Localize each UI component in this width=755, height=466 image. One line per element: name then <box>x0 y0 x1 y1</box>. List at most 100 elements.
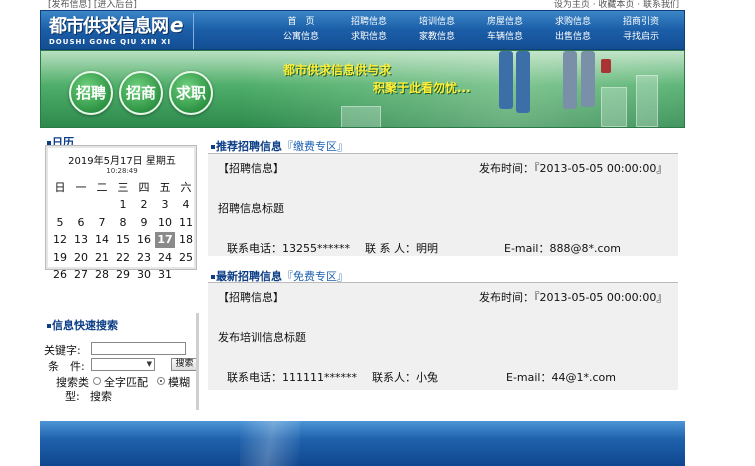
calendar-day[interactable]: 22 <box>113 250 133 266</box>
banner-building <box>341 106 381 127</box>
calendar-day <box>50 197 70 213</box>
calendar-day[interactable]: 25 <box>176 250 196 266</box>
nav-housing[interactable]: 房屋信息 <box>475 16 535 29</box>
calendar-day[interactable]: 20 <box>71 250 91 266</box>
search-title-text: 信息快速搜索 <box>52 319 118 332</box>
sidebar-scrollbar[interactable] <box>196 313 199 410</box>
calendar-day[interactable]: 30 <box>134 267 154 283</box>
banner-bag <box>601 59 611 73</box>
banner-slogan-2: 积聚于此看勿忧... <box>373 81 471 95</box>
recommend-tag: 『缴费专区』 <box>282 140 348 153</box>
main-nav: 首 页 招聘信息 培训信息 房屋信息 求购信息 招商引资 公寓信息 求职信息 家… <box>271 16 681 46</box>
calendar-day-today[interactable]: 17 <box>155 232 175 249</box>
search-type-label-2: 型: <box>65 390 80 403</box>
latest-phone: 联系电话：111111****** <box>227 371 357 384</box>
admin-link[interactable]: [进入后台] <box>94 0 137 10</box>
calendar-day[interactable]: 3 <box>155 197 175 213</box>
calendar-day[interactable]: 14 <box>92 232 112 248</box>
calendar-day[interactable]: 26 <box>50 267 70 283</box>
recommend-publish-time: 发布时间：『2013-05-05 00:00:00』 <box>479 162 668 175</box>
calendar-weekday: 三 <box>117 181 129 194</box>
calendar-weekday: 六 <box>180 181 192 194</box>
latest-card[interactable]: 【招聘信息】 发布时间：『2013-05-05 00:00:00』 发布培训信息… <box>208 282 678 390</box>
latest-email: E-mail：44@1*.com <box>506 371 616 384</box>
nav-wanted[interactable]: 求购信息 <box>543 16 603 29</box>
latest-contact: 联系人：小兔 <box>372 371 438 384</box>
logo-main-text: 都市供求信息网 <box>49 16 169 37</box>
calendar-day[interactable]: 29 <box>113 267 133 283</box>
calendar-day[interactable]: 1 <box>113 197 133 213</box>
nav-home[interactable]: 首 页 <box>271 16 331 29</box>
calendar-day[interactable]: 28 <box>92 267 112 283</box>
keyword-input[interactable] <box>91 342 186 355</box>
calendar-day[interactable]: 31 <box>155 267 175 283</box>
calendar-weekday: 五 <box>159 181 171 194</box>
calendar-day[interactable]: 2 <box>134 197 154 213</box>
calendar: 2019年5月17日 星期五 10:28:49 日一二三四五六123456789… <box>45 145 197 281</box>
banner-slogan-1: 都市供求信息供与求 <box>283 63 392 77</box>
recruit-circle-button[interactable]: 招聘 <box>69 71 113 115</box>
calendar-day[interactable]: 11 <box>176 215 196 231</box>
search-button[interactable]: 搜索 <box>171 358 198 371</box>
publish-info-link[interactable]: [发布信息] <box>48 0 91 10</box>
calendar-day <box>71 197 91 213</box>
latest-headline[interactable]: 发布培训信息标题 <box>218 329 306 345</box>
calendar-day[interactable]: 10 <box>155 215 175 231</box>
main-content: 推荐招聘信息『缴费专区』 【招聘信息】 发布时间：『2013-05-05 00:… <box>208 128 685 420</box>
calendar-day[interactable]: 9 <box>134 215 154 231</box>
site-logo[interactable]: 都市供求信息网 e DOUSHI GONG QIU XIN XI <box>49 14 189 48</box>
exact-match-radio[interactable] <box>93 377 101 385</box>
investment-circle-button[interactable]: 招商 <box>119 71 163 115</box>
recommend-phone: 联系电话：13255****** <box>227 242 350 255</box>
bullet-icon <box>211 275 215 279</box>
banner-building <box>601 87 627 127</box>
recommend-section-title: 推荐招聘信息『缴费专区』 <box>211 138 348 154</box>
nav-vehicles[interactable]: 车辆信息 <box>475 31 535 44</box>
search-title: 信息快速搜索 <box>47 317 118 333</box>
keyword-label: 关键字: <box>44 344 81 357</box>
calendar-day[interactable]: 4 <box>176 197 196 213</box>
calendar-day[interactable]: 6 <box>71 215 91 231</box>
logo-subtitle: DOUSHI GONG QIU XIN XI <box>49 38 172 46</box>
calendar-day[interactable]: 12 <box>50 232 70 248</box>
recommend-category: 【招聘信息】 <box>218 162 284 175</box>
nav-tutoring[interactable]: 家教信息 <box>407 31 467 44</box>
nav-job-seeking[interactable]: 求职信息 <box>339 31 399 44</box>
recommend-title-text: 推荐招聘信息 <box>216 140 282 153</box>
nav-training[interactable]: 培训信息 <box>407 16 467 29</box>
calendar-day[interactable]: 5 <box>50 215 70 231</box>
top-right-links[interactable]: 设为主页 · 收藏本页 · 联系我们 <box>554 0 679 10</box>
nav-apartment[interactable]: 公寓信息 <box>271 31 331 44</box>
job-seek-circle-button[interactable]: 求职 <box>169 71 213 115</box>
recommend-headline[interactable]: 招聘信息标题 <box>218 200 284 216</box>
calendar-day[interactable]: 18 <box>176 232 196 248</box>
condition-select[interactable] <box>91 358 155 371</box>
calendar-weekday: 四 <box>138 181 150 194</box>
logo-e-mark: e <box>170 13 184 37</box>
nav-lost-found[interactable]: 寻找启示 <box>611 31 671 44</box>
banner-figure <box>581 51 595 107</box>
calendar-weekday: 一 <box>75 181 87 194</box>
condition-label: 条 件: <box>48 360 85 373</box>
calendar-day[interactable]: 24 <box>155 250 175 266</box>
recommend-card[interactable]: 【招聘信息】 发布时间：『2013-05-05 00:00:00』 招聘信息标题… <box>208 153 678 256</box>
nav-for-sale[interactable]: 出售信息 <box>543 31 603 44</box>
calendar-day[interactable]: 15 <box>113 232 133 248</box>
calendar-day[interactable]: 21 <box>92 250 112 266</box>
calendar-day[interactable]: 13 <box>71 232 91 248</box>
header: 都市供求信息网 e DOUSHI GONG QIU XIN XI 首 页 招聘信息… <box>40 10 685 50</box>
nav-investment[interactable]: 招商引资 <box>611 16 671 29</box>
calendar-time: 10:28:49 <box>106 167 138 175</box>
calendar-day[interactable]: 16 <box>134 232 154 248</box>
calendar-day[interactable]: 19 <box>50 250 70 266</box>
fuzzy-match-radio[interactable] <box>157 377 165 385</box>
calendar-day[interactable]: 27 <box>71 267 91 283</box>
calendar-day[interactable]: 7 <box>92 215 112 231</box>
bullet-icon <box>47 324 51 328</box>
quick-search: 关键字: 条 件: 搜索 搜索类 全字匹配 模糊 型: 搜索 <box>40 342 198 420</box>
nav-jobs[interactable]: 招聘信息 <box>339 16 399 29</box>
banner-figure <box>499 51 513 109</box>
calendar-day[interactable]: 23 <box>134 250 154 266</box>
calendar-day[interactable]: 8 <box>113 215 133 231</box>
footer <box>40 421 685 466</box>
